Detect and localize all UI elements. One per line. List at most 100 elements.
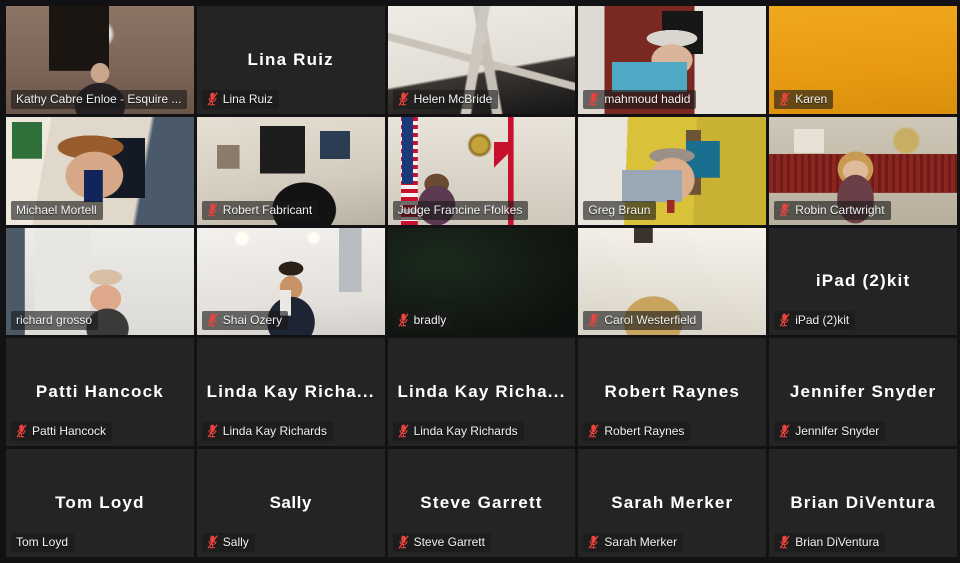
participant-tile[interactable]: Robert Raynes Robert Raynes (578, 338, 767, 447)
microphone-muted-icon (779, 202, 790, 217)
participant-name-bar: Jennifer Snyder (774, 422, 886, 442)
participant-name-label: Brian DiVentura (795, 535, 880, 549)
participant-tile[interactable]: Shai Ozery (196, 227, 385, 336)
participant-tile[interactable]: Robin Cartwright (769, 116, 957, 225)
participant-name-bar: Sarah Merker (583, 533, 684, 552)
participant-tile[interactable]: Greg Braun (578, 116, 767, 225)
participant-name-bar: Judge Francine Ffolkes (392, 200, 529, 220)
participant-tile[interactable]: Michael Mortell (6, 116, 194, 225)
microphone-muted-icon (207, 92, 218, 106)
participant-tile[interactable]: iPad (2)kit iPad (2)kit (769, 227, 957, 336)
participant-name-label: Shai Ozery (222, 313, 283, 328)
microphone-muted-icon (207, 313, 218, 327)
participant-tile[interactable]: Patti Hancock Patti Hancock (6, 338, 194, 447)
gallery-grid: Kathy Cabre Enloe - Esquire ... Lina Ruiz… (0, 0, 960, 563)
participant-name-label: Jennifer Snyder (795, 424, 880, 439)
microphone-muted-icon (207, 424, 218, 438)
participant-name-label: Helen McBride (413, 91, 493, 106)
participant-name-bar: Linda Kay Richards (392, 422, 524, 442)
participant-tile[interactable]: Brian DiVentura Brian DiVentura (769, 449, 957, 557)
participant-tile[interactable]: mahmoud hadid (578, 6, 767, 114)
participant-name-bar: Tom Loyd (11, 533, 75, 552)
participant-name-label: Michael Mortell (16, 202, 97, 217)
participant-placeholder-name: iPad (2)kit (815, 271, 911, 291)
participant-name-label: Carol Westerfield (604, 313, 697, 328)
participant-tile[interactable]: richard grosso (6, 227, 194, 336)
microphone-muted-icon (588, 92, 599, 106)
participant-name-bar: Karen (774, 89, 834, 109)
microphone-muted-icon (398, 424, 409, 438)
participant-name-bar: Kathy Cabre Enloe - Esquire ... (11, 89, 188, 109)
participant-placeholder-name: Sally (269, 493, 312, 513)
participant-name-label: Lina Ruiz (222, 91, 273, 106)
participant-name-bar: iPad (2)kit (774, 311, 856, 331)
participant-tile[interactable]: Sally Sally (196, 449, 385, 557)
participant-tile[interactable]: Carol Westerfield (578, 227, 767, 336)
microphone-muted-icon (588, 313, 599, 327)
participant-name-label: mahmoud hadid (604, 91, 691, 106)
participant-name-bar: mahmoud hadid (583, 89, 697, 109)
microphone-muted-icon (779, 535, 790, 549)
participant-tile[interactable]: Tom Loyd Tom Loyd (6, 449, 194, 557)
participant-tile[interactable]: Judge Francine Ffolkes (387, 116, 576, 225)
participant-name-label: Karen (795, 91, 828, 106)
microphone-muted-icon (16, 424, 27, 438)
participant-tile[interactable]: bradly (387, 227, 576, 336)
participant-name-label: bradly (413, 313, 447, 328)
participant-tile[interactable]: Robert Fabricant (196, 116, 385, 225)
participant-tile[interactable]: Karen (769, 6, 957, 114)
participant-placeholder-name: Patti Hancock (35, 382, 164, 402)
microphone-muted-icon (779, 92, 790, 106)
microphone-muted-icon (207, 535, 218, 549)
participant-name-label: Patti Hancock (32, 424, 107, 439)
participant-placeholder-name: Tom Loyd (55, 493, 145, 513)
participant-name-bar: Linda Kay Richards (201, 422, 333, 442)
participant-tile[interactable]: Lina Ruiz Lina Ruiz (196, 6, 385, 114)
participant-name-bar: Sally (201, 533, 255, 552)
microphone-muted-icon (398, 535, 409, 549)
microphone-muted-icon (779, 424, 790, 438)
participant-tile[interactable]: Helen McBride (387, 6, 576, 114)
participant-name-label: Linda Kay Richards (222, 424, 327, 439)
participant-name-bar: Greg Braun (583, 200, 657, 220)
participant-name-label: Robert Fabricant (222, 202, 313, 217)
participant-tile[interactable]: Linda Kay Richa... Linda Kay Richards (196, 338, 385, 447)
participant-name-label: Judge Francine Ffolkes (397, 202, 523, 217)
participant-tile[interactable]: Steve Garrett Steve Garrett (387, 449, 576, 557)
microphone-muted-icon (398, 92, 409, 106)
participant-name-bar: Helen McBride (392, 89, 499, 109)
participant-name-label: iPad (2)kit (795, 313, 850, 328)
participant-name-label: Linda Kay Richards (413, 424, 518, 439)
participant-name-bar: bradly (392, 311, 453, 331)
participant-placeholder-name: Robert Raynes (604, 382, 741, 402)
participant-name-label: Sally (222, 535, 249, 549)
participant-tile[interactable]: Kathy Cabre Enloe - Esquire ... (6, 6, 194, 114)
participant-name-label: Greg Braun (588, 202, 651, 217)
participant-placeholder-name: Brian DiVentura (790, 493, 936, 513)
participant-name-bar: Brian DiVentura (774, 533, 886, 552)
participant-name-bar: richard grosso (11, 311, 99, 331)
participant-name-bar: Shai Ozery (201, 311, 289, 331)
participant-name-label: Kathy Cabre Enloe - Esquire ... (16, 91, 182, 106)
microphone-muted-icon (207, 202, 218, 217)
participant-name-label: Robin Cartwright (795, 202, 885, 217)
participant-tile[interactable]: Sarah Merker Sarah Merker (578, 449, 767, 557)
participant-name-bar: Lina Ruiz (201, 89, 279, 109)
participant-placeholder-name: Jennifer Snyder (789, 382, 937, 402)
participant-name-bar: Steve Garrett (392, 533, 491, 552)
participant-name-bar: Patti Hancock (11, 422, 113, 442)
participant-placeholder-name: Sarah Merker (611, 493, 734, 513)
participant-name-label: Sarah Merker (604, 535, 678, 549)
participant-placeholder-name: Linda Kay Richa... (206, 382, 375, 402)
participant-name-bar: Michael Mortell (11, 200, 103, 220)
microphone-muted-icon (398, 313, 409, 327)
participant-name-label: Steve Garrett (413, 535, 485, 549)
participant-tile[interactable]: Linda Kay Richa... Linda Kay Richards (387, 338, 576, 447)
participant-name-bar: Carol Westerfield (583, 311, 703, 331)
microphone-muted-icon (779, 313, 790, 327)
participant-name-label: Robert Raynes (604, 424, 685, 439)
participant-name-bar: Robert Fabricant (201, 200, 319, 220)
participant-tile[interactable]: Jennifer Snyder Jennifer Snyder (769, 338, 957, 447)
participant-name-bar: Robert Raynes (583, 422, 691, 442)
participant-name-label: richard grosso (16, 313, 93, 328)
